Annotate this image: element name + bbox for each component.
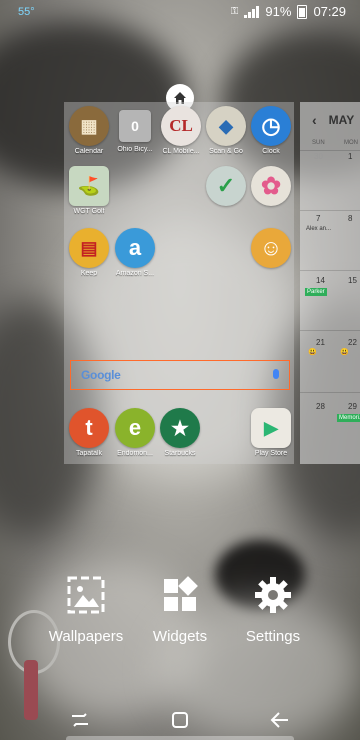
keep-icon: ▤ (69, 228, 109, 268)
calendar-date: 29 (348, 402, 357, 411)
tapatalk-icon: t (69, 408, 109, 448)
app-label: Calendar (74, 148, 104, 155)
temperature: 55° (18, 6, 35, 18)
amazon-icon: a (115, 228, 155, 268)
app-tapatalk[interactable]: t Tapatalk (67, 408, 111, 457)
calendar-event: Parker (305, 288, 327, 296)
settings-button[interactable]: Settings (223, 575, 323, 645)
app-label: Tapatalk (75, 450, 103, 457)
emoji-icon: 😃 (340, 349, 349, 356)
folder-icon: 0 (119, 110, 151, 142)
calendar-date: 15 (348, 276, 357, 285)
clock-time: 07:29 (313, 4, 346, 19)
back-icon[interactable] (268, 708, 292, 732)
microphone-icon[interactable] (273, 369, 279, 379)
contacts-icon: ☺ (251, 228, 291, 268)
scan-go-icon: ◆ (206, 106, 246, 146)
weekday-label: SUN (312, 140, 325, 146)
calendar-date: 21 (316, 338, 325, 347)
app-starbucks[interactable]: ★ Starbucks (158, 408, 202, 457)
wallpapers-button[interactable]: Wallpapers (36, 575, 136, 645)
widgets-button[interactable]: Widgets (130, 575, 230, 645)
widgets-label: Widgets (152, 628, 208, 645)
battery-icon (297, 4, 308, 19)
wallpapers-icon (67, 576, 105, 614)
calendar-date: 8 (348, 214, 353, 223)
emoji-icon: 😃 (308, 349, 317, 356)
calendar-date: 22 (348, 338, 357, 347)
starbucks-icon: ★ (160, 408, 200, 448)
calendar-event: Alex an... (306, 226, 332, 232)
calendar-date: 30 (314, 152, 323, 161)
app-cl-mobile[interactable]: CL CL Mobile... (159, 106, 203, 155)
app-label: Keep (80, 270, 98, 277)
cl-mobile-icon: CL (161, 106, 201, 146)
calendar-month: MAY (328, 113, 355, 127)
app-amazon[interactable]: a Amazon S... (113, 228, 157, 277)
home-button-icon[interactable] (168, 708, 192, 732)
app-check[interactable]: ✓ (204, 166, 248, 206)
calendar-event: Memori... (337, 414, 360, 422)
app-label: Scan & Go (209, 148, 243, 155)
photos-icon: ✿ (251, 166, 291, 206)
app-contacts[interactable]: ☺ (249, 228, 293, 268)
clock-icon: ◷ (251, 106, 291, 146)
app-play-store[interactable]: ▶ Play Store (249, 408, 293, 457)
app-label: Endomon... (117, 450, 153, 457)
calendar-date: 28 (316, 402, 325, 411)
app-label: Clock (262, 148, 280, 155)
wgt-golf-icon: ⛳ (69, 166, 109, 206)
app-keep[interactable]: ▤ Keep (67, 228, 111, 277)
navigation-bar (0, 700, 360, 740)
wallpapers-label: Wallpapers (48, 628, 124, 645)
folder-ohio-bicycle[interactable]: 0 Ohio Bicy... (113, 106, 157, 153)
calendar-page-peek[interactable]: ‹ MAY SUN MON 30 1 7 8 Alex an... 14 15 … (300, 102, 360, 464)
app-photos[interactable]: ✿ (249, 166, 293, 206)
settings-icon (255, 577, 291, 613)
battery-percent: 91% (265, 4, 292, 19)
play-store-icon: ▶ (251, 408, 291, 448)
check-app-icon: ✓ (206, 166, 246, 206)
signal-icon (244, 5, 260, 18)
nfc-icon: ⚿ (230, 6, 239, 17)
widgets-icon (164, 576, 198, 611)
chevron-left-icon[interactable]: ‹ (312, 112, 317, 128)
app-endomondo[interactable]: e Endomon... (113, 408, 157, 457)
calendar-date: 1 (348, 152, 353, 161)
calendar-date: 7 (316, 214, 321, 223)
google-logo: Google (81, 368, 121, 382)
app-label: Ohio Bicy... (117, 146, 153, 153)
app-label: Amazon S... (115, 270, 155, 277)
settings-label: Settings (245, 628, 301, 645)
app-label: CL Mobile... (162, 148, 200, 155)
endomondo-icon: e (115, 408, 155, 448)
app-wgt-golf[interactable]: ⛳ WGT Golf (67, 166, 111, 215)
status-bar: 55° ⚿ 91% 07:29 (0, 0, 360, 24)
calendar-icon: ▦ (69, 106, 109, 146)
app-label: WGT Golf (73, 208, 105, 215)
app-scan-go[interactable]: ◆ Scan & Go (204, 106, 248, 155)
weekday-label: MON (344, 140, 358, 146)
google-search-bar[interactable]: Google (70, 360, 290, 390)
app-calendar[interactable]: ▦ Calendar (67, 106, 111, 155)
recent-apps-icon[interactable] (68, 708, 92, 732)
app-label: Play Store (254, 450, 288, 457)
app-clock[interactable]: ◷ Clock (249, 106, 293, 155)
drawer-handle[interactable] (66, 736, 294, 740)
calendar-date: 14 (316, 276, 325, 285)
app-label: Starbucks (164, 450, 196, 457)
